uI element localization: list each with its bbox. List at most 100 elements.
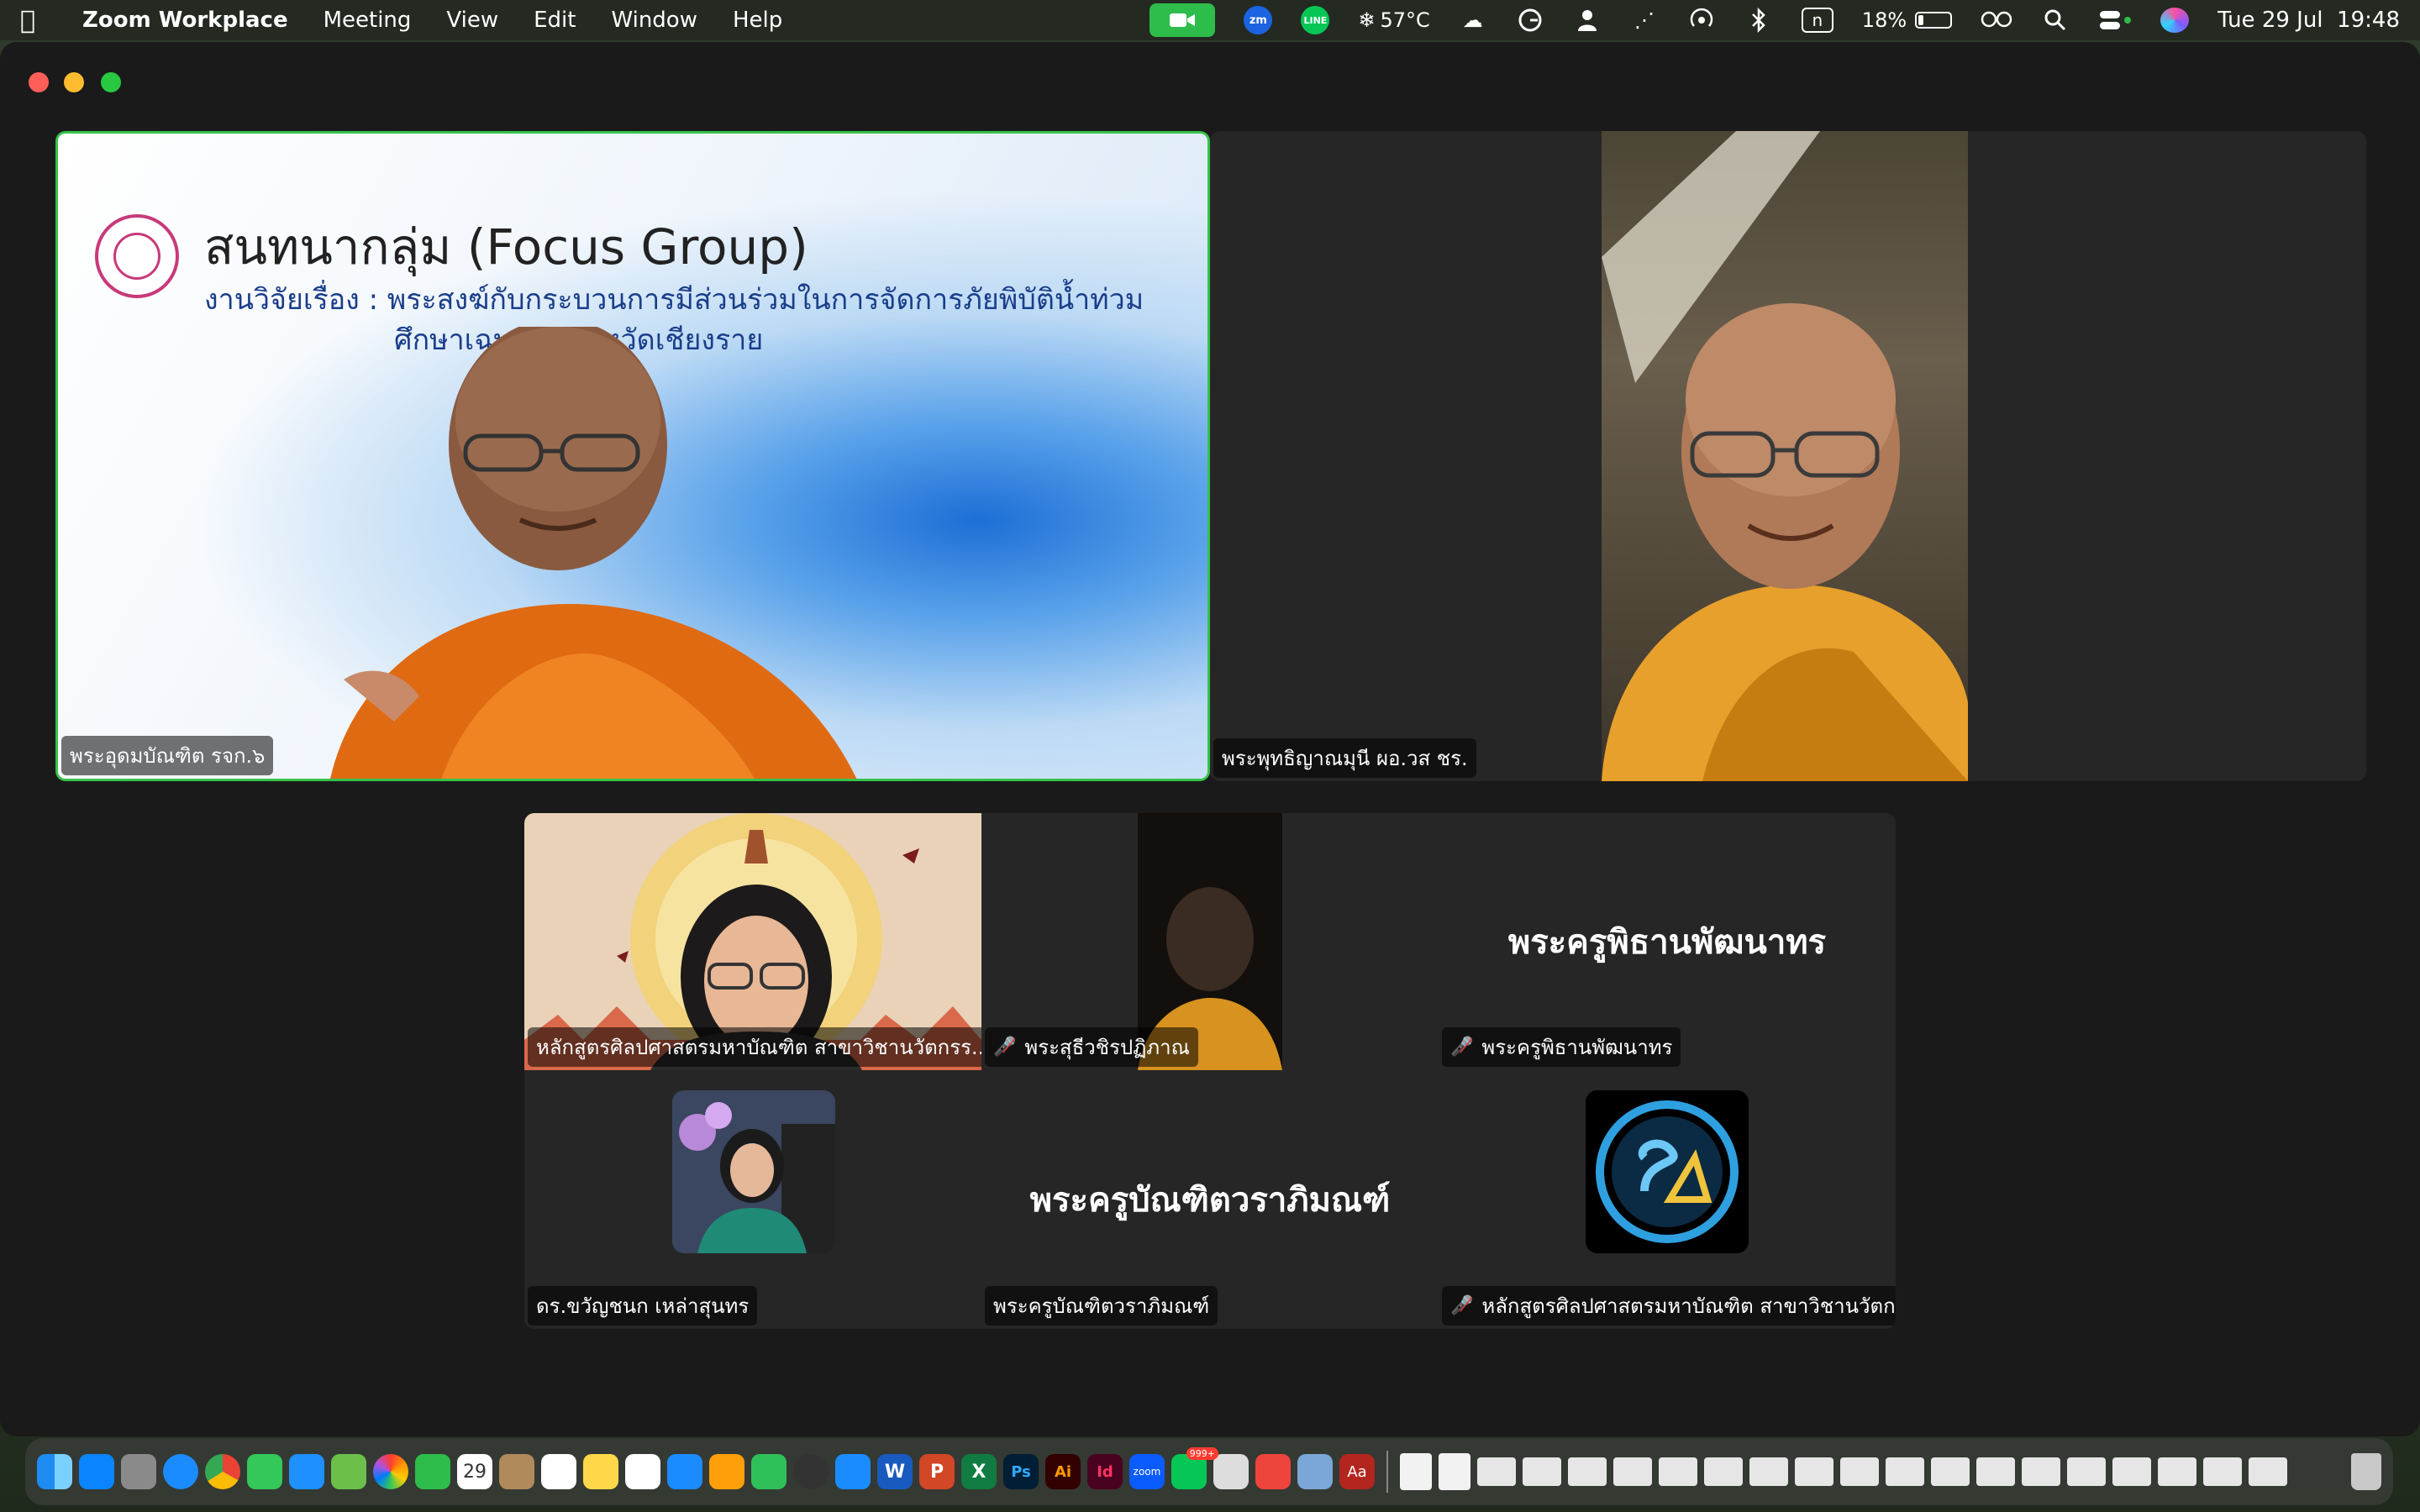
zoom-camera-status-icon[interactable] — [1150, 3, 1216, 37]
participant-name-tag: 🎤̸ พระครูพิธานพัฒนาทร — [1442, 1027, 1681, 1067]
menubar-datetime[interactable]: Tue 29 Jul 19:48 — [2217, 8, 2400, 33]
menu-window[interactable]: Window — [611, 8, 697, 33]
weather-cloud-icon[interactable]: ☁ — [1459, 6, 1487, 34]
cpu-temperature-widget[interactable]: ❄ 57°C — [1358, 6, 1429, 34]
chrome-icon[interactable] — [205, 1454, 240, 1489]
menu-edit[interactable]: Edit — [534, 8, 576, 33]
maps-icon[interactable] — [331, 1454, 366, 1489]
photoshop-icon[interactable]: Ps — [1003, 1454, 1039, 1489]
excel-icon[interactable]: X — [961, 1454, 997, 1489]
window-thumbnail-icon[interactable] — [1931, 1457, 1970, 1486]
mail-icon[interactable] — [289, 1454, 324, 1489]
speaker-tile-2[interactable]: พระพุทธิญาณมุนี ผอ.วส ชร. — [1210, 131, 2366, 781]
safari-icon[interactable] — [163, 1454, 198, 1489]
control-center-icon[interactable] — [2098, 6, 2132, 34]
document-thumbnail-icon[interactable] — [1400, 1453, 1432, 1490]
numbers-icon[interactable] — [751, 1454, 786, 1489]
icloud-icon[interactable] — [79, 1454, 114, 1489]
participant-tile[interactable]: 🎤̸ หลักสูตรศิลปศาสตรมหาบัณฑิต สาขาวิชานว… — [1439, 1070, 1896, 1329]
grammarly-icon[interactable] — [1516, 6, 1544, 34]
window-thumbnail-icon[interactable] — [2158, 1457, 2196, 1486]
menu-meeting[interactable]: Meeting — [324, 8, 412, 33]
reminders-icon[interactable] — [541, 1454, 576, 1489]
dictionary-icon[interactable]: Aa — [1339, 1454, 1375, 1489]
menu-help[interactable]: Help — [733, 8, 782, 33]
participant-name: หลักสูตรศิลปศาสตรมหาบัณฑิต สาขาวิชานวัตก… — [536, 1036, 985, 1059]
freeform-icon[interactable] — [625, 1454, 660, 1489]
window-thumbnail-icon[interactable] — [1886, 1457, 1924, 1486]
trash-icon[interactable] — [2351, 1453, 2381, 1490]
window-thumbnail-icon[interactable] — [1704, 1457, 1743, 1486]
window-close-button[interactable] — [29, 72, 49, 92]
pen-app-icon[interactable] — [1213, 1454, 1249, 1489]
participant-tile[interactable]: ดร.ขวัญชนก เหล่าสุนทร — [524, 1070, 981, 1329]
window-minimize-button[interactable] — [64, 72, 84, 92]
window-maximize-button[interactable] — [101, 72, 121, 92]
stickies-icon[interactable] — [583, 1454, 618, 1489]
window-thumbnail-icon[interactable] — [1795, 1457, 1833, 1486]
menu-bar:  Zoom Workplace Meeting View Edit Windo… — [0, 0, 2420, 40]
app-store-icon[interactable] — [667, 1454, 702, 1489]
chatgpt-icon[interactable] — [793, 1454, 829, 1489]
launchpad-icon[interactable] — [121, 1454, 156, 1489]
active-speaker-tile[interactable]: สนทนากลุ่ม (Focus Group) งานวิจัยเรื่อง … — [55, 131, 1210, 781]
window-thumbnail-icon[interactable] — [1659, 1457, 1697, 1486]
participant-tile[interactable]: 🎤̸ พระสุธีวชิรปฏิภาณ — [981, 813, 1439, 1070]
menu-view[interactable]: View — [446, 8, 498, 33]
window-thumbnail-icon[interactable] — [2203, 1457, 2242, 1486]
calendar-icon[interactable]: 29 — [457, 1454, 492, 1489]
pages-icon[interactable] — [709, 1454, 744, 1489]
participant-name-tag: หลักสูตรศิลปศาสตรมหาบัณฑิต สาขาวิชานวัตก… — [528, 1027, 985, 1067]
keynote-icon[interactable] — [835, 1454, 871, 1489]
input-source-icon[interactable]: n — [1801, 8, 1833, 33]
window-thumbnail-icon[interactable] — [1477, 1457, 1516, 1486]
university-seal-logo — [95, 214, 179, 298]
apple-menu-icon[interactable]:  — [20, 6, 35, 35]
illustrator-icon[interactable]: Ai — [1045, 1454, 1081, 1489]
window-thumbnail-icon[interactable] — [2022, 1457, 2060, 1486]
bluetooth-icon[interactable] — [1744, 6, 1773, 34]
facetime-icon[interactable] — [415, 1454, 450, 1489]
program-logo — [1586, 1090, 1749, 1253]
window-thumbnail-icon[interactable] — [2067, 1457, 2106, 1486]
participant-name: พระอุดมบัณฑิต รจก.๖ — [70, 744, 266, 768]
zoom-menubar-icon[interactable]: zm — [1244, 6, 1273, 34]
preview-icon[interactable] — [1297, 1454, 1333, 1489]
photos-icon[interactable] — [373, 1454, 408, 1489]
zoom-app-icon[interactable]: zoom — [1129, 1454, 1165, 1489]
spotlight-search-icon[interactable] — [2041, 6, 2070, 34]
line-dock-icon[interactable]: 999+ — [1171, 1447, 1218, 1489]
participant-name: หลักสูตรศิลปศาสตรมหาบัณฑิต สาขาวิชานวัตก… — [1481, 1294, 1896, 1318]
powerpoint-icon[interactable]: P — [919, 1454, 955, 1489]
notes-icon[interactable] — [499, 1454, 534, 1489]
finder-icon[interactable] — [37, 1454, 72, 1489]
participant-tile[interactable]: พระครูบัณฑิตวราภิมณฑ์ พระครูบัณฑิตวราภิม… — [981, 1070, 1439, 1329]
participant-tile[interactable]: พระครูพิธานพัฒนาทร 🎤̸ พระครูพิธานพัฒนาทร — [1439, 813, 1896, 1070]
siri-icon[interactable] — [2160, 8, 2190, 33]
battery-widget[interactable]: 18% — [1861, 6, 1953, 34]
airdrop-icon[interactable] — [1687, 6, 1716, 34]
anydesk-icon[interactable] — [1255, 1454, 1291, 1489]
window-thumbnail-icon[interactable] — [1749, 1457, 1788, 1486]
window-thumbnail-icon[interactable] — [1568, 1457, 1607, 1486]
window-thumbnail-icon[interactable] — [2112, 1457, 2151, 1486]
window-thumbnail-icon[interactable] — [1613, 1457, 1652, 1486]
window-thumbnail-icon[interactable] — [1523, 1457, 1561, 1486]
line-app-icon[interactable]: LINE — [1301, 6, 1330, 34]
window-thumbnail-icon[interactable] — [1840, 1457, 1879, 1486]
slide-subtitle: งานวิจัยเรื่อง : พระสงฆ์กับกระบวนการมีส่… — [204, 283, 1144, 317]
activity-dots-icon[interactable]: ⋰ — [1630, 6, 1659, 34]
messages-icon[interactable] — [247, 1454, 282, 1489]
user-account-icon[interactable] — [1573, 6, 1602, 34]
participant-tile[interactable]: หลักสูตรศิลปศาสตรมหาบัณฑิต สาขาวิชานวัตก… — [524, 813, 985, 1070]
menu-app-name[interactable]: Zoom Workplace — [82, 8, 288, 33]
presenter-video — [330, 327, 857, 779]
indesign-icon[interactable]: Id — [1087, 1454, 1123, 1489]
screen-mirroring-icon[interactable] — [1981, 6, 2012, 34]
word-icon[interactable]: W — [877, 1454, 913, 1489]
battery-percent: 18% — [1861, 8, 1907, 32]
document-thumbnail-icon[interactable] — [1439, 1453, 1470, 1490]
window-thumbnail-icon[interactable] — [1976, 1457, 2015, 1486]
temperature-value: 57°C — [1380, 8, 1430, 32]
window-thumbnail-icon[interactable] — [2249, 1457, 2287, 1486]
